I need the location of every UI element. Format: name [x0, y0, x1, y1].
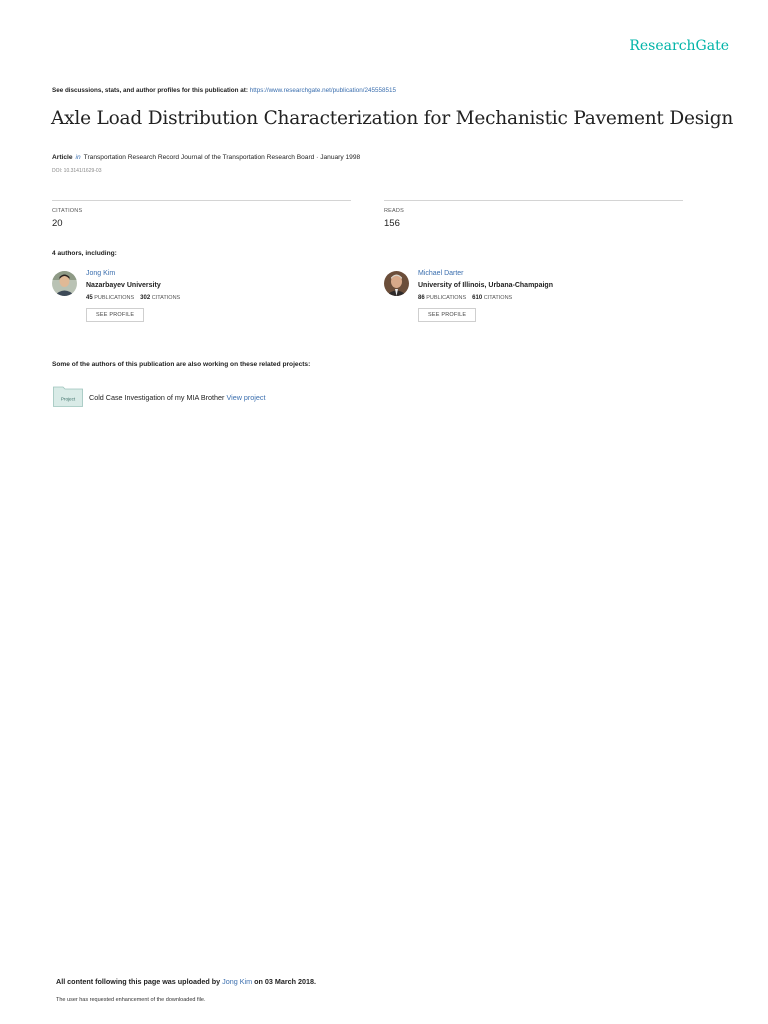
- citations-label: CITATIONS: [52, 208, 83, 214]
- top-note-text: See discussions, stats, and author profi…: [52, 87, 250, 94]
- author-avatar[interactable]: [384, 271, 409, 296]
- see-profile-button[interactable]: SEE PROFILE: [86, 308, 145, 322]
- article-in: in: [75, 154, 81, 161]
- authors-heading: 4 authors, including:: [52, 250, 117, 257]
- top-note: See discussions, stats, and author profi…: [52, 87, 396, 94]
- citations-count: 20: [52, 218, 63, 229]
- publication-title: Axle Load Distribution Characterization …: [51, 108, 734, 129]
- related-projects-heading: Some of the authors of this publication …: [52, 361, 311, 368]
- project-title: Cold Case Investigation of my MIA Brothe…: [89, 393, 265, 402]
- journal-name: Transportation Research Record Journal o…: [83, 154, 361, 161]
- upload-notice: All content following this page was uplo…: [56, 977, 316, 986]
- project-folder-label: Project: [61, 397, 76, 402]
- author-institution: Nazarbayev University: [86, 282, 161, 289]
- project-folder-icon: Project: [53, 385, 83, 407]
- upload-prefix: All content following this page was uplo…: [56, 977, 223, 986]
- citations-count: 302: [140, 295, 151, 301]
- see-profile-button[interactable]: SEE PROFILE: [418, 308, 477, 322]
- citations-label: CITATIONS: [151, 295, 181, 301]
- reads-count: 156: [384, 218, 400, 229]
- enhancement-note: The user has requested enhancement of th…: [56, 997, 206, 1003]
- author-metrics: 45 PUBLICATIONS 302 CITATIONS: [86, 295, 180, 301]
- author-name-link[interactable]: Jong Kim: [86, 270, 180, 277]
- author-institution: University of Illinois, Urbana-Champaign: [418, 282, 553, 289]
- citations-count: 610: [472, 295, 483, 301]
- author-name-link[interactable]: Michael Darter: [418, 270, 553, 277]
- upload-suffix: on 03 March 2018.: [252, 977, 317, 986]
- author-metrics: 86 PUBLICATIONS 610 CITATIONS: [418, 295, 553, 301]
- publications-count: 86: [418, 295, 425, 301]
- citations-stat: CITATIONS 20: [52, 200, 351, 231]
- article-info: Article in Transportation Research Record …: [52, 154, 360, 161]
- project-name: Cold Case Investigation of my MIA Brothe…: [89, 393, 225, 402]
- reads-stat: READS 156: [384, 200, 683, 231]
- publication-url-link[interactable]: https://www.researchgate.net/publication…: [250, 87, 396, 94]
- view-project-link[interactable]: View project: [226, 393, 265, 402]
- publications-label: PUBLICATIONS: [94, 295, 135, 301]
- doi: DOI: 10.3141/1629-03: [52, 168, 102, 174]
- citations-label: CITATIONS: [483, 295, 513, 301]
- publications-count: 45: [86, 295, 93, 301]
- reads-label: READS: [384, 208, 404, 214]
- article-kind: Article: [52, 154, 73, 161]
- uploader-link[interactable]: Jong Kim: [222, 977, 252, 986]
- researchgate-logo[interactable]: ResearchGate: [629, 38, 729, 54]
- author-avatar[interactable]: [52, 271, 77, 296]
- publications-label: PUBLICATIONS: [426, 295, 467, 301]
